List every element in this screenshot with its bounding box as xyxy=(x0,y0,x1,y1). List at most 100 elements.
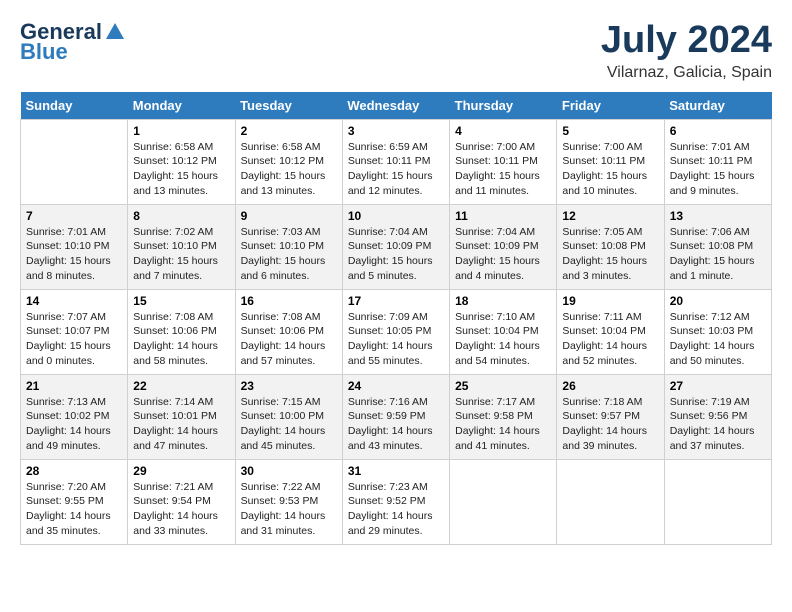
day-number: 16 xyxy=(241,294,337,308)
table-row: 9 Sunrise: 7:03 AM Sunset: 10:10 PM Dayli… xyxy=(235,204,342,289)
table-row: 7 Sunrise: 7:01 AM Sunset: 10:10 PM Dayli… xyxy=(21,204,128,289)
location: Vilarnaz, Galicia, Spain xyxy=(601,64,772,82)
table-row: 8 Sunrise: 7:02 AM Sunset: 10:10 PM Dayli… xyxy=(128,204,235,289)
day-number: 20 xyxy=(670,294,766,308)
day-number: 29 xyxy=(133,464,229,478)
table-row: 11Sunrise: 7:04 AM Sunset: 10:09 PM Dayl… xyxy=(450,204,557,289)
table-row: 15 Sunrise: 7:08 AM Sunset: 10:06 PM Dayl… xyxy=(128,289,235,374)
day-info: Sunrise: 7:06 AM Sunset: 10:08 PM Daylig… xyxy=(670,225,766,284)
day-info: Sunrise: 7:04 AM Sunset: 10:09 PM Daylig… xyxy=(348,225,444,284)
day-info: Sunrise: 7:16 AM Sunset: 9:59 PM Dayligh… xyxy=(348,395,444,454)
table-row: 25 Sunrise: 7:17 AM Sunset: 9:58 PM Dayli… xyxy=(450,374,557,459)
day-number: 23 xyxy=(241,379,337,393)
table-row: 13 Sunrise: 7:06 AM Sunset: 10:08 PM Dayl… xyxy=(664,204,771,289)
table-row: 24 Sunrise: 7:16 AM Sunset: 9:59 PM Dayli… xyxy=(342,374,449,459)
table-row: 21 Sunrise: 7:13 AM Sunset: 10:02 PM Dayl… xyxy=(21,374,128,459)
table-row: 27Sunrise: 7:19 AM Sunset: 9:56 PM Dayli… xyxy=(664,374,771,459)
day-number: 10 xyxy=(348,209,444,223)
day-info: Sunrise: 7:04 AM Sunset: 10:09 PM Daylig… xyxy=(455,225,551,284)
day-number: 8 xyxy=(133,209,229,223)
month-title: July 2024 xyxy=(601,20,772,62)
table-row: 5 Sunrise: 7:00 AM Sunset: 10:11 PM Dayli… xyxy=(557,119,664,204)
table-row: 31 Sunrise: 7:23 AM Sunset: 9:52 PM Dayli… xyxy=(342,459,449,544)
day-number: 25 xyxy=(455,379,551,393)
day-number: 17 xyxy=(348,294,444,308)
day-info: Sunrise: 7:13 AM Sunset: 10:02 PM Daylig… xyxy=(26,395,122,454)
day-info: Sunrise: 7:23 AM Sunset: 9:52 PM Dayligh… xyxy=(348,480,444,539)
day-number: 28 xyxy=(26,464,122,478)
table-row: 12Sunrise: 7:05 AM Sunset: 10:08 PM Dayl… xyxy=(557,204,664,289)
calendar-week-4: 21 Sunrise: 7:13 AM Sunset: 10:02 PM Dayl… xyxy=(21,374,772,459)
day-info: Sunrise: 6:58 AM Sunset: 10:12 PM Daylig… xyxy=(133,140,229,199)
day-number: 7 xyxy=(26,209,122,223)
col-saturday: Saturday xyxy=(664,92,771,120)
logo-blue: Blue xyxy=(20,40,126,64)
col-tuesday: Tuesday xyxy=(235,92,342,120)
day-info: Sunrise: 7:17 AM Sunset: 9:58 PM Dayligh… xyxy=(455,395,551,454)
day-number: 5 xyxy=(562,124,658,138)
day-number: 24 xyxy=(348,379,444,393)
day-info: Sunrise: 7:00 AM Sunset: 10:11 PM Daylig… xyxy=(455,140,551,199)
table-row xyxy=(450,459,557,544)
day-number: 9 xyxy=(241,209,337,223)
day-info: Sunrise: 7:11 AM Sunset: 10:04 PM Daylig… xyxy=(562,310,658,369)
day-info: Sunrise: 7:14 AM Sunset: 10:01 PM Daylig… xyxy=(133,395,229,454)
calendar-table: Sunday Monday Tuesday Wednesday Thursday… xyxy=(20,92,772,545)
day-number: 30 xyxy=(241,464,337,478)
day-info: Sunrise: 7:22 AM Sunset: 9:53 PM Dayligh… xyxy=(241,480,337,539)
table-row: 3Sunrise: 6:59 AM Sunset: 10:11 PM Dayli… xyxy=(342,119,449,204)
table-row: 22 Sunrise: 7:14 AM Sunset: 10:01 PM Dayl… xyxy=(128,374,235,459)
day-info: Sunrise: 7:12 AM Sunset: 10:03 PM Daylig… xyxy=(670,310,766,369)
day-info: Sunrise: 7:15 AM Sunset: 10:00 PM Daylig… xyxy=(241,395,337,454)
day-number: 31 xyxy=(348,464,444,478)
day-number: 13 xyxy=(670,209,766,223)
day-number: 4 xyxy=(455,124,551,138)
table-row: 30 Sunrise: 7:22 AM Sunset: 9:53 PM Dayli… xyxy=(235,459,342,544)
day-info: Sunrise: 7:08 AM Sunset: 10:06 PM Daylig… xyxy=(133,310,229,369)
calendar-week-1: 1 Sunrise: 6:58 AM Sunset: 10:12 PM Dayli… xyxy=(21,119,772,204)
table-row: 6 Sunrise: 7:01 AM Sunset: 10:11 PM Dayli… xyxy=(664,119,771,204)
day-number: 22 xyxy=(133,379,229,393)
day-info: Sunrise: 7:00 AM Sunset: 10:11 PM Daylig… xyxy=(562,140,658,199)
table-row: 10 Sunrise: 7:04 AM Sunset: 10:09 PM Dayl… xyxy=(342,204,449,289)
table-row: 28 Sunrise: 7:20 AM Sunset: 9:55 PM Dayli… xyxy=(21,459,128,544)
day-number: 26 xyxy=(562,379,658,393)
day-number: 21 xyxy=(26,379,122,393)
day-info: Sunrise: 7:03 AM Sunset: 10:10 PM Daylig… xyxy=(241,225,337,284)
day-info: Sunrise: 7:09 AM Sunset: 10:05 PM Daylig… xyxy=(348,310,444,369)
day-info: Sunrise: 7:01 AM Sunset: 10:10 PM Daylig… xyxy=(26,225,122,284)
day-info: Sunrise: 6:59 AM Sunset: 10:11 PM Daylig… xyxy=(348,140,444,199)
col-wednesday: Wednesday xyxy=(342,92,449,120)
day-number: 1 xyxy=(133,124,229,138)
table-row: 14 Sunrise: 7:07 AM Sunset: 10:07 PM Dayl… xyxy=(21,289,128,374)
day-number: 15 xyxy=(133,294,229,308)
day-number: 14 xyxy=(26,294,122,308)
calendar-week-3: 14 Sunrise: 7:07 AM Sunset: 10:07 PM Dayl… xyxy=(21,289,772,374)
header-row: Sunday Monday Tuesday Wednesday Thursday… xyxy=(21,92,772,120)
table-row: 29Sunrise: 7:21 AM Sunset: 9:54 PM Dayli… xyxy=(128,459,235,544)
table-row: 16Sunrise: 7:08 AM Sunset: 10:06 PM Dayl… xyxy=(235,289,342,374)
table-row: 20 Sunrise: 7:12 AM Sunset: 10:03 PM Dayl… xyxy=(664,289,771,374)
day-info: Sunrise: 7:20 AM Sunset: 9:55 PM Dayligh… xyxy=(26,480,122,539)
day-info: Sunrise: 6:58 AM Sunset: 10:12 PM Daylig… xyxy=(241,140,337,199)
title-block: July 2024 Vilarnaz, Galicia, Spain xyxy=(601,20,772,82)
day-number: 2 xyxy=(241,124,337,138)
table-row xyxy=(21,119,128,204)
day-info: Sunrise: 7:05 AM Sunset: 10:08 PM Daylig… xyxy=(562,225,658,284)
table-row: 18Sunrise: 7:10 AM Sunset: 10:04 PM Dayl… xyxy=(450,289,557,374)
day-info: Sunrise: 7:02 AM Sunset: 10:10 PM Daylig… xyxy=(133,225,229,284)
table-row: 1 Sunrise: 6:58 AM Sunset: 10:12 PM Dayli… xyxy=(128,119,235,204)
table-row xyxy=(557,459,664,544)
col-thursday: Thursday xyxy=(450,92,557,120)
day-number: 6 xyxy=(670,124,766,138)
day-info: Sunrise: 7:18 AM Sunset: 9:57 PM Dayligh… xyxy=(562,395,658,454)
table-row: 17 Sunrise: 7:09 AM Sunset: 10:05 PM Dayl… xyxy=(342,289,449,374)
calendar-week-5: 28 Sunrise: 7:20 AM Sunset: 9:55 PM Dayli… xyxy=(21,459,772,544)
col-friday: Friday xyxy=(557,92,664,120)
day-info: Sunrise: 7:10 AM Sunset: 10:04 PM Daylig… xyxy=(455,310,551,369)
table-row: 26 Sunrise: 7:18 AM Sunset: 9:57 PM Dayli… xyxy=(557,374,664,459)
day-info: Sunrise: 7:07 AM Sunset: 10:07 PM Daylig… xyxy=(26,310,122,369)
day-info: Sunrise: 7:01 AM Sunset: 10:11 PM Daylig… xyxy=(670,140,766,199)
day-number: 27 xyxy=(670,379,766,393)
table-row: 2 Sunrise: 6:58 AM Sunset: 10:12 PM Dayli… xyxy=(235,119,342,204)
